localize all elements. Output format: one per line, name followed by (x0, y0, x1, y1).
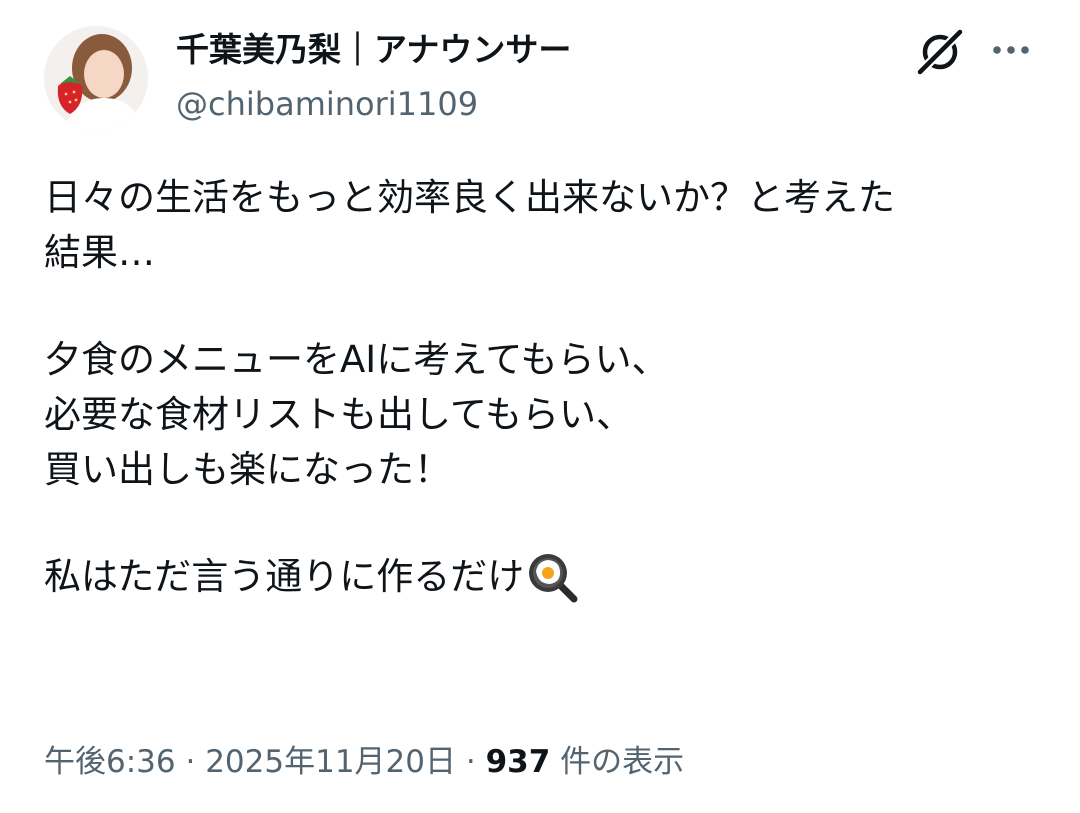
grok-slash-icon (916, 28, 964, 76)
tweet-line: 結果… (44, 231, 155, 274)
avatar[interactable] (44, 26, 148, 130)
tweet-date[interactable]: 2025年11月20日 (205, 744, 456, 780)
avatar-photo (44, 26, 148, 130)
tweet-last-line: 私はただ言う通りに作るだけ (44, 549, 1044, 604)
tweet-line: 私はただ言う通りに作るだけ (44, 555, 525, 598)
tweet-text: 日々の生活をもっと効率良く出来ないか？と考えた 結果… 夕食のメニューをAIに考… (44, 170, 1044, 604)
meta-separator: · (185, 744, 196, 780)
tweet-line: 買い出しも楽になった！ (44, 448, 451, 491)
grok-button[interactable] (912, 24, 968, 80)
tweet-time[interactable]: 午後6:36 (44, 744, 176, 780)
tweet-line: 夕食のメニューをAIに考えてもらい、 (44, 338, 669, 381)
tweet-line: 必要な食材リストも出してもらい、 (44, 393, 634, 436)
tweet-line: 日々の生活をもっと効率良く出来ないか？と考えた (44, 176, 895, 219)
author-handle[interactable]: @chibaminori1109 (176, 84, 478, 124)
tweet-card: 千葉美乃梨｜アナウンサー @chibaminori1109 日々の生活をもっと効… (0, 0, 1080, 813)
tweet-meta: 午後6:36 · 2025年11月20日 · 937 件の表示 (44, 740, 684, 784)
meta-separator: · (465, 744, 476, 780)
more-dots-icon (993, 46, 1029, 54)
views-label[interactable]: 件の表示 (560, 744, 684, 780)
more-options-button[interactable] (988, 30, 1034, 70)
author-display-name[interactable]: 千葉美乃梨｜アナウンサー (176, 30, 571, 70)
frying-pan-egg-icon (526, 551, 578, 603)
views-count[interactable]: 937 (486, 744, 551, 780)
